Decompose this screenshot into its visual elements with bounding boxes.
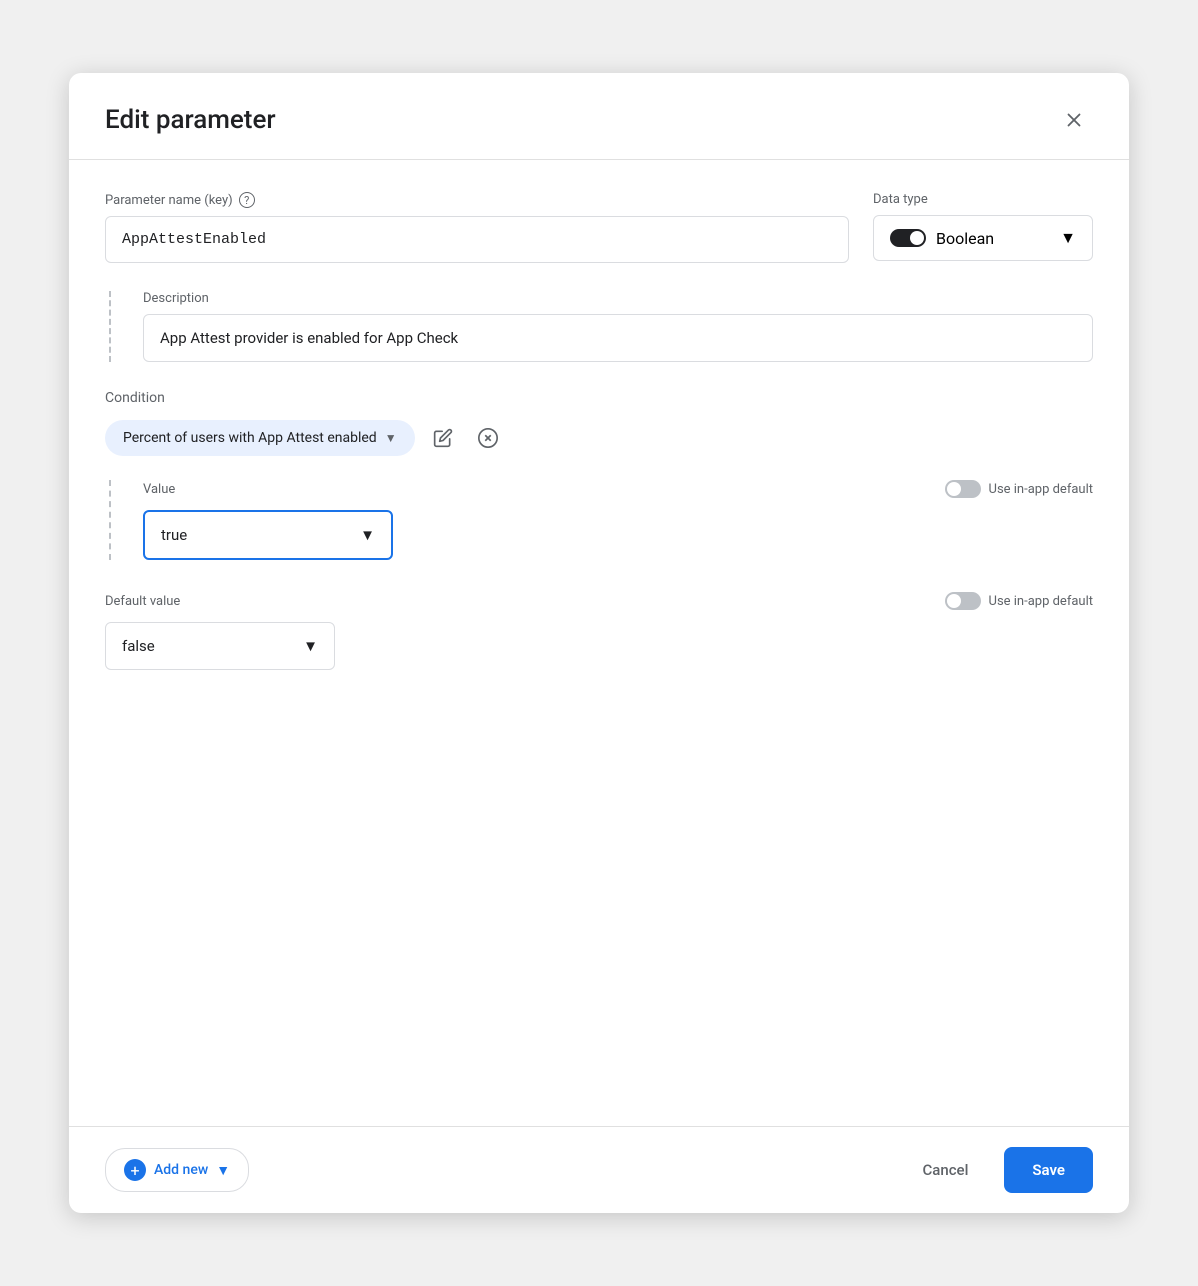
description-group: Description (143, 291, 1093, 362)
help-icon[interactable]: ? (239, 192, 255, 208)
footer-right: Cancel Save (902, 1147, 1093, 1193)
description-input[interactable] (143, 314, 1093, 362)
value-row: Value Use in-app default (143, 480, 1093, 498)
close-icon (1063, 109, 1085, 131)
default-value-select-chevron: ▼ (303, 637, 318, 655)
boolean-toggle-icon (890, 229, 926, 247)
data-type-label: Data type (873, 192, 1093, 207)
cancel-button[interactable]: Cancel (902, 1151, 988, 1189)
data-type-chevron: ▼ (1060, 228, 1076, 248)
value-select-chevron: ▼ (360, 526, 375, 544)
description-section: Description (109, 291, 1093, 362)
edit-condition-button[interactable] (427, 422, 459, 454)
default-value-select[interactable]: false ▼ (105, 622, 335, 670)
param-name-label: Parameter name (key) ? (105, 192, 849, 208)
value-select-value: true (161, 526, 187, 544)
close-button[interactable] (1055, 101, 1093, 139)
description-label: Description (143, 291, 1093, 306)
default-use-default-toggle-row: Use in-app default (945, 592, 1093, 610)
dialog-header: Edit parameter (69, 73, 1129, 160)
save-button[interactable]: Save (1004, 1147, 1093, 1193)
default-use-default-toggle[interactable] (945, 592, 981, 610)
data-type-group: Data type Boolean ▼ (873, 192, 1093, 261)
value-section: Value Use in-app default true ▼ (143, 480, 1093, 560)
add-new-chevron: ▼ (216, 1162, 230, 1179)
condition-label: Condition (105, 390, 1093, 406)
default-use-default-label: Use in-app default (989, 594, 1093, 609)
close-circle-icon (477, 427, 499, 449)
use-default-toggle-row: Use in-app default (945, 480, 1093, 498)
param-name-group: Parameter name (key) ? (105, 192, 849, 263)
condition-row: Percent of users with App Attest enabled… (105, 420, 1093, 456)
default-value-label: Default value (105, 594, 180, 609)
add-new-label: Add new (154, 1162, 208, 1178)
value-label: Value (143, 482, 175, 497)
dialog-title: Edit parameter (105, 105, 276, 135)
data-type-value: Boolean (936, 229, 994, 248)
param-name-input[interactable] (105, 216, 849, 263)
remove-condition-button[interactable] (471, 421, 505, 455)
pencil-icon (433, 428, 453, 448)
default-value-label-row: Default value Use in-app default (105, 592, 1093, 610)
condition-chip-label: Percent of users with App Attest enabled (123, 430, 377, 446)
edit-parameter-dialog: Edit parameter Parameter name (key) ? Da… (69, 73, 1129, 1213)
default-value-select-value: false (122, 637, 155, 655)
dialog-body: Parameter name (key) ? Data type Boolean… (69, 160, 1129, 1126)
use-default-toggle[interactable] (945, 480, 981, 498)
condition-chip[interactable]: Percent of users with App Attest enabled… (105, 420, 415, 456)
dialog-footer: + Add new ▼ Cancel Save (69, 1126, 1129, 1213)
value-select[interactable]: true ▼ (143, 510, 393, 560)
condition-value-section: Value Use in-app default true ▼ (109, 480, 1093, 560)
data-type-select[interactable]: Boolean ▼ (873, 215, 1093, 261)
use-default-label: Use in-app default (989, 482, 1093, 497)
param-name-row: Parameter name (key) ? Data type Boolean… (105, 192, 1093, 263)
add-new-button[interactable]: + Add new ▼ (105, 1148, 249, 1192)
condition-chip-chevron: ▼ (385, 431, 397, 445)
plus-circle-icon: + (124, 1159, 146, 1181)
default-value-section: Default value Use in-app default false ▼ (105, 592, 1093, 670)
